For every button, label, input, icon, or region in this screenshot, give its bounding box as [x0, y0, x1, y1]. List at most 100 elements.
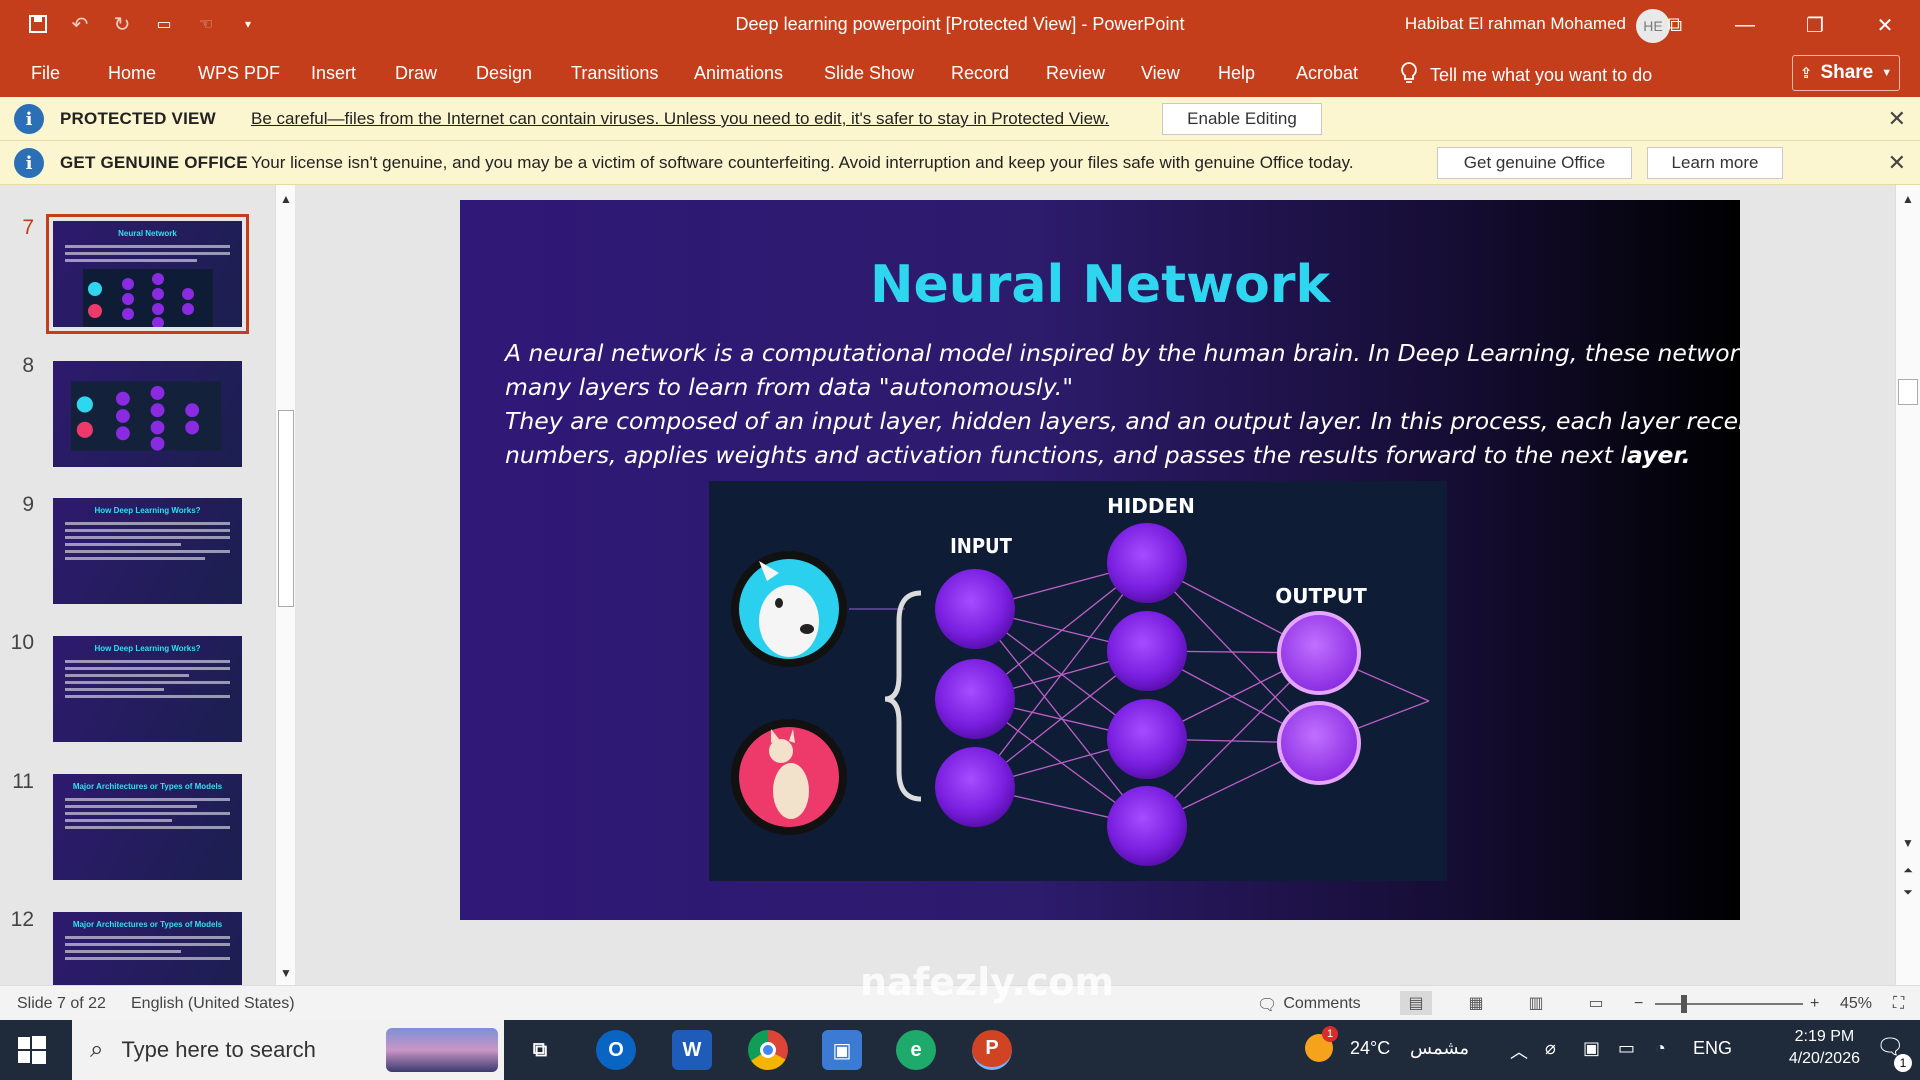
control-panel-icon[interactable]: ▣ — [822, 1030, 862, 1070]
minimize-button[interactable]: — — [1710, 0, 1780, 50]
battery-icon[interactable]: ▭ — [1618, 1038, 1635, 1059]
windows-start-icon[interactable] — [16, 1034, 48, 1066]
thumbnail-number: 11 — [12, 770, 34, 793]
reading-view-icon[interactable]: ▥ — [1520, 991, 1552, 1015]
tab-home[interactable]: Home — [108, 63, 156, 84]
input-language[interactable]: ENG — [1693, 1038, 1732, 1059]
slide-text-line: many layers to learn from data "autonomo… — [505, 373, 1074, 401]
thumbnail-slide-12[interactable]: Major Architectures or Types of Models — [53, 912, 242, 985]
comments-button[interactable]: 🗨 Comments — [1257, 995, 1361, 1015]
undo-icon[interactable]: ↶ — [66, 10, 94, 38]
thumbnail-title: How Deep Learning Works? — [94, 644, 201, 653]
weather-condition[interactable]: مشمس — [1410, 1038, 1469, 1059]
taskbar-search[interactable]: ⌕ Type here to search — [72, 1020, 504, 1080]
scroll-thumb[interactable] — [1898, 379, 1918, 405]
scroll-up-icon[interactable]: ▲ — [1898, 189, 1918, 209]
genuine-office-label: GET GENUINE OFFICE — [60, 153, 248, 172]
fit-to-window-icon[interactable]: ⛶ — [1893, 995, 1904, 1013]
save-icon[interactable] — [24, 10, 52, 38]
touch-mode-icon[interactable]: ☜ — [192, 10, 220, 38]
scroll-thumb[interactable] — [278, 410, 294, 607]
ribbon-display-options-icon[interactable]: ⧉ — [1640, 0, 1710, 50]
learn-more-button[interactable]: Learn more — [1647, 147, 1783, 179]
protected-view-bar: i PROTECTED VIEW Be careful—files from t… — [0, 97, 1920, 141]
tab-file[interactable]: File — [31, 63, 60, 84]
slide-sorter-icon[interactable]: ▦ — [1460, 991, 1492, 1015]
zoom-level[interactable]: 45% — [1840, 995, 1872, 1013]
tab-slide-show[interactable]: Slide Show — [824, 63, 914, 84]
language-indicator[interactable]: English (United States) — [131, 995, 295, 1013]
slide-text-line: A neural network is a computational mode… — [505, 339, 1740, 367]
thumbnail-slide-10[interactable]: How Deep Learning Works? — [53, 636, 242, 742]
current-slide[interactable]: Neural Network A neural network is a com… — [460, 200, 1740, 920]
protected-view-message[interactable]: Be careful—files from the Internet can c… — [251, 109, 1109, 129]
tab-animations[interactable]: Animations — [694, 63, 783, 84]
close-button[interactable]: ✕ — [1850, 0, 1920, 50]
present-icon[interactable]: ▭ — [150, 10, 178, 38]
word-icon[interactable]: W — [672, 1030, 712, 1070]
tell-me-search[interactable]: Tell me what you want to do — [1400, 61, 1652, 90]
thumbnail-slide-11[interactable]: Major Architectures or Types of Models — [53, 774, 242, 880]
slide-text-bold-segment: ayer. — [1627, 441, 1691, 469]
thumbnail-number: 9 — [22, 493, 34, 516]
thumbnail-scrollbar[interactable]: ▲ ▼ — [275, 185, 295, 985]
get-genuine-office-button[interactable]: Get genuine Office — [1437, 147, 1632, 179]
weather-temperature[interactable]: 24°C — [1350, 1038, 1390, 1059]
editor-scrollbar[interactable]: ▲ ▼ ⏶ ⏷ — [1895, 185, 1920, 985]
clock[interactable]: 2:19 PM 4/20/2026 — [1789, 1026, 1860, 1070]
zoom-slider[interactable] — [1655, 1003, 1803, 1005]
wifi-icon[interactable]: ◔ — [1655, 1038, 1666, 1059]
slide-title[interactable]: Neural Network — [460, 255, 1740, 315]
close-icon[interactable]: ✕ — [1888, 106, 1906, 132]
chevron-down-icon: ▼ — [1881, 67, 1893, 79]
thumbnail-network-image — [83, 269, 213, 327]
zoom-slider-handle[interactable] — [1681, 995, 1687, 1013]
enable-editing-button[interactable]: Enable Editing — [1162, 103, 1322, 135]
tab-acrobat[interactable]: Acrobat — [1296, 63, 1358, 84]
tab-insert[interactable]: Insert — [311, 63, 356, 84]
thumbnail-slide-7[interactable]: Neural Network — [46, 214, 249, 334]
thumbnail-slide-9[interactable]: How Deep Learning Works? — [53, 498, 242, 604]
input-brace — [884, 590, 922, 802]
clock-date: 4/20/2026 — [1788, 1050, 1860, 1067]
neural-network-image[interactable]: INPUT HIDDEN OUTPUT — [709, 481, 1447, 881]
scroll-up-icon[interactable]: ▲ — [276, 189, 296, 209]
tab-help[interactable]: Help — [1218, 63, 1255, 84]
scroll-down-icon[interactable]: ▼ — [1898, 833, 1918, 853]
scroll-down-icon[interactable]: ▼ — [276, 963, 296, 983]
meet-now-icon[interactable]: ▣ — [1583, 1038, 1600, 1059]
redo-icon[interactable]: ↻ — [108, 10, 136, 38]
normal-view-icon[interactable]: ▤ — [1400, 991, 1432, 1015]
customize-qat-icon[interactable]: ▾ — [234, 10, 262, 38]
share-button[interactable]: ⇪ Share ▼ — [1792, 55, 1900, 91]
restore-button[interactable]: ❐ — [1780, 0, 1850, 50]
tab-design[interactable]: Design — [476, 63, 532, 84]
slide-body-text[interactable]: A neural network is a computational mode… — [505, 336, 1740, 472]
thumbnail-slide-8[interactable] — [53, 361, 242, 467]
next-slide-icon[interactable]: ⏷ — [1898, 882, 1918, 902]
tab-record[interactable]: Record — [951, 63, 1009, 84]
powerpoint-icon[interactable]: P — [972, 1030, 1012, 1070]
tab-review[interactable]: Review — [1046, 63, 1105, 84]
tab-draw[interactable]: Draw — [395, 63, 437, 84]
tab-wps-pdf[interactable]: WPS PDF — [198, 63, 280, 84]
zoom-out-icon[interactable]: − — [1634, 995, 1643, 1013]
user-name[interactable]: Habibat El rahman Mohamed — [1405, 14, 1626, 34]
chrome-icon[interactable] — [748, 1030, 788, 1070]
outlook-icon[interactable]: O — [596, 1030, 636, 1070]
previous-slide-icon[interactable]: ⏶ — [1898, 860, 1918, 880]
notification-count: 1 — [1894, 1054, 1912, 1072]
share-icon: ⇪ — [1799, 65, 1813, 82]
close-icon[interactable]: ✕ — [1888, 150, 1906, 176]
comments-label: Comments — [1283, 995, 1361, 1012]
slide-show-icon[interactable]: ▭ — [1580, 991, 1612, 1015]
tab-view[interactable]: View — [1141, 63, 1180, 84]
tab-transitions[interactable]: Transitions — [571, 63, 658, 84]
show-hidden-icons-icon[interactable]: ︿ — [1510, 1038, 1528, 1064]
network-off-icon[interactable]: ⌀ — [1545, 1038, 1556, 1059]
zoom-in-icon[interactable]: + — [1810, 995, 1819, 1013]
task-view-icon[interactable]: ⧉ — [520, 1030, 560, 1070]
edge-icon[interactable]: e — [896, 1030, 936, 1070]
search-icon: ⌕ — [90, 1036, 104, 1063]
thumbnail-text-lines — [65, 660, 230, 702]
